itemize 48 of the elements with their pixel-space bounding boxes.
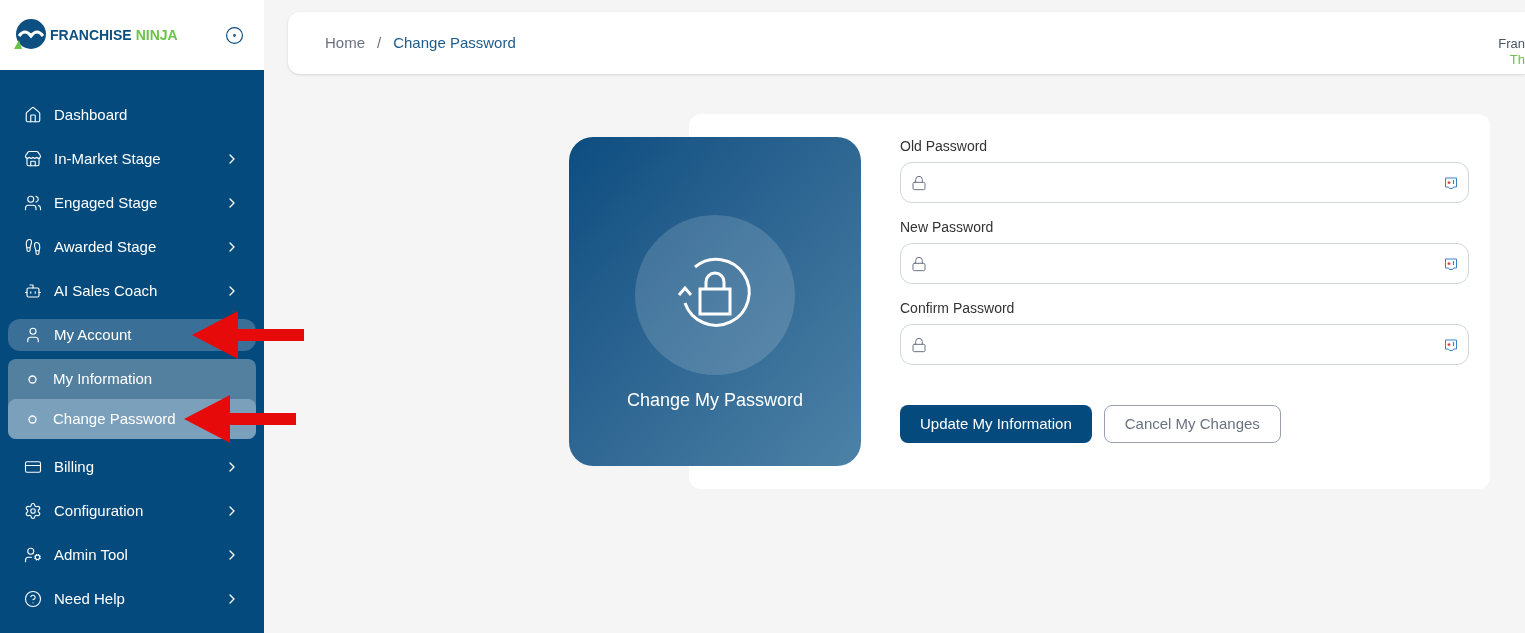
sidebar-item[interactable]: Engaged Stage xyxy=(8,187,256,219)
house-icon xyxy=(24,106,42,124)
people-icon xyxy=(24,194,42,212)
help-icon xyxy=(24,590,42,608)
password-field[interactable] xyxy=(900,162,1469,203)
settings-icon xyxy=(24,502,42,520)
pointer-arrow-icon xyxy=(184,395,296,443)
submenu-item[interactable]: My Information xyxy=(8,359,256,399)
ninja-logo-icon xyxy=(12,18,46,52)
steps-icon xyxy=(24,238,42,256)
people-icon xyxy=(24,546,42,564)
sidebar-item[interactable]: AI Sales Coach xyxy=(8,275,256,307)
breadcrumb-separator: / xyxy=(377,32,382,53)
circle-bullet-icon xyxy=(28,374,37,384)
key-badge-icon xyxy=(1444,256,1458,271)
user-icon xyxy=(24,326,42,344)
store-icon xyxy=(24,150,42,168)
password-field[interactable] xyxy=(900,243,1469,284)
sidebar-item[interactable]: Dashboard xyxy=(8,99,256,131)
sidebar-item[interactable]: Configuration xyxy=(8,495,256,527)
collapse-toggle-icon[interactable] xyxy=(225,25,244,45)
circle-bullet-icon xyxy=(28,414,37,424)
lock-icon xyxy=(911,255,927,272)
field-label: Confirm Password xyxy=(900,299,1016,318)
field-label: Old Password xyxy=(900,137,989,156)
field-label: New Password xyxy=(900,218,995,237)
sidebar-item[interactable]: Awarded Stage xyxy=(8,231,256,263)
breadcrumb-link[interactable]: Home xyxy=(325,31,365,55)
robot-icon xyxy=(24,282,42,300)
password-field[interactable] xyxy=(900,324,1469,365)
breadcrumb-current: Change Password xyxy=(393,32,516,53)
sidebar-item[interactable]: In-Market Stage xyxy=(8,143,256,175)
lock-icon xyxy=(911,174,927,191)
lock-icon xyxy=(911,336,927,353)
panel-title: Change My Password xyxy=(626,389,804,412)
key-badge-icon xyxy=(1444,337,1458,352)
key-badge-icon xyxy=(1444,175,1458,190)
logo-text: NINJA xyxy=(135,25,178,45)
cancel-button[interactable]: Cancel My Changes xyxy=(1103,405,1281,443)
update-button[interactable]: Update My Information xyxy=(900,405,1092,443)
company-name: Th xyxy=(1509,52,1525,68)
pointer-arrow-icon xyxy=(192,311,304,359)
sidebar-item[interactable]: Need Help xyxy=(8,583,256,615)
user-name: Fran xyxy=(1498,36,1525,52)
card-icon xyxy=(24,458,42,476)
sidebar-item[interactable]: Admin Tool xyxy=(8,539,256,571)
logo-text: FRANCHISE xyxy=(50,25,132,45)
sidebar-item[interactable]: Billing xyxy=(8,451,256,483)
